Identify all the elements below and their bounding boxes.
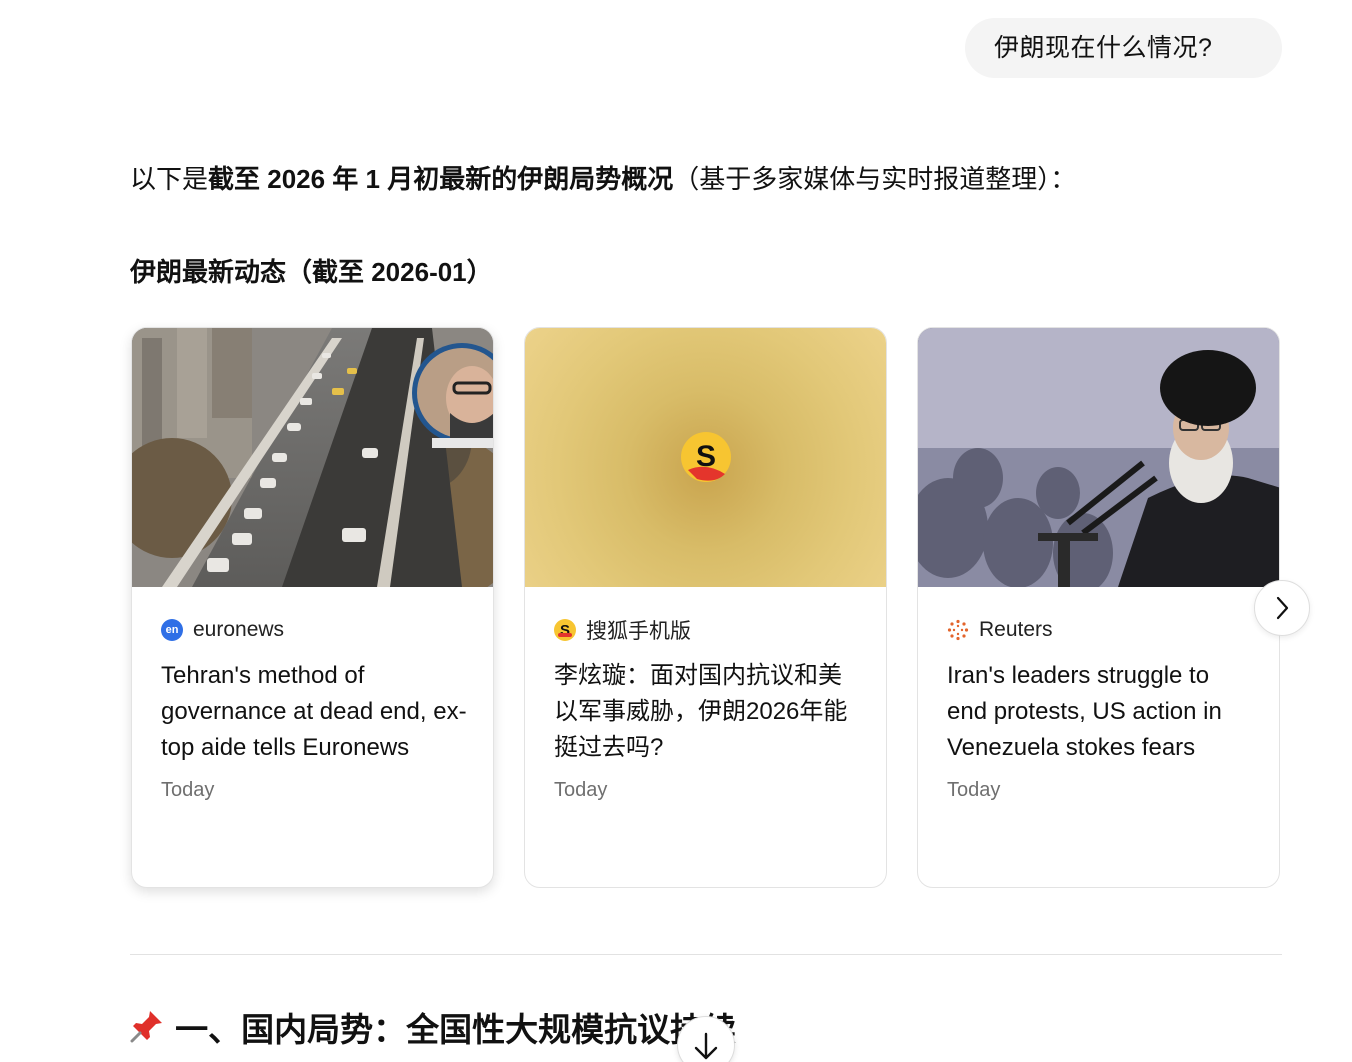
user-message-bubble: 伊朗现在什么情况? bbox=[965, 18, 1282, 78]
news-card-euronews[interactable]: en euronews Tehran's method of governanc… bbox=[131, 327, 494, 888]
news-card-image: S bbox=[525, 328, 886, 587]
reuters-logo-icon bbox=[947, 619, 969, 641]
sohu-logo-placeholder: S bbox=[681, 432, 731, 482]
pushpin-icon bbox=[130, 1007, 166, 1057]
news-card-date: Today bbox=[554, 779, 608, 801]
news-card-image bbox=[918, 328, 1279, 587]
chevron-right-icon bbox=[1276, 596, 1289, 620]
sohu-logo-swoosh bbox=[558, 633, 572, 637]
speaker-photo bbox=[918, 328, 1279, 587]
euronews-logo-text: en bbox=[165, 623, 179, 636]
news-card-title[interactable]: Iran's leaders struggle to end protests,… bbox=[947, 658, 1255, 766]
sohu-logo-icon: S bbox=[554, 619, 576, 641]
news-card-source: en euronews bbox=[161, 615, 469, 645]
news-card-body: en euronews Tehran's method of governanc… bbox=[161, 615, 469, 802]
news-card-image bbox=[132, 328, 493, 587]
news-card-title[interactable]: Tehran's method of governance at dead en… bbox=[161, 658, 469, 766]
reuters-dots bbox=[947, 619, 969, 641]
intro-bold: 截至 2026 年 1 月初最新的伊朗局势概况 bbox=[208, 164, 674, 194]
carousel-next-button[interactable] bbox=[1254, 580, 1310, 636]
news-card-title[interactable]: 李炫璇：面对国内抗议和美以军事威胁，伊朗2026年能挺过去吗? bbox=[554, 658, 862, 766]
intro-prefix: 以下是 bbox=[130, 164, 209, 194]
news-card-sohu[interactable]: S S 搜狐手机版 李炫璇：面对国内抗议和美以军事威胁，伊朗2026年能挺过去吗… bbox=[524, 327, 887, 888]
assistant-intro: 以下是截至 2026 年 1 月初最新的伊朗局势概况（基于多家媒体与实时报道整理… bbox=[130, 158, 1280, 200]
news-card-reuters[interactable]: Reuters Iran's leaders struggle to end p… bbox=[917, 327, 1280, 888]
arrow-down-icon bbox=[694, 1032, 718, 1060]
news-card-source-name: 搜狐手机版 bbox=[586, 620, 691, 643]
section-divider bbox=[130, 954, 1282, 955]
news-card-source-name: euronews bbox=[193, 618, 285, 641]
news-card-source: Reuters bbox=[947, 615, 1255, 645]
news-section-heading: 伊朗最新动态（截至 2026-01） bbox=[130, 257, 493, 287]
news-card-date: Today bbox=[161, 779, 215, 801]
euronews-logo-icon: en bbox=[161, 619, 183, 641]
news-card-source-name: Reuters bbox=[979, 618, 1053, 641]
intro-suffix: （基于多家媒体与实时报道整理）： bbox=[673, 164, 1077, 194]
street-protest-photo bbox=[132, 328, 493, 587]
news-card-body: Reuters Iran's leaders struggle to end p… bbox=[947, 615, 1255, 802]
section-heading-domestic: 一、国内局势：全国性大规模抗议持续 bbox=[130, 1005, 736, 1057]
chat-page: 伊朗现在什么情况? 以下是截至 2026 年 1 月初最新的伊朗局势概况（基于多… bbox=[0, 0, 1352, 1062]
news-card-body: S 搜狐手机版 李炫璇：面对国内抗议和美以军事威胁，伊朗2026年能挺过去吗? … bbox=[554, 615, 862, 802]
news-card-source: S 搜狐手机版 bbox=[554, 615, 862, 645]
news-card-date: Today bbox=[947, 779, 1001, 801]
section-heading-text: 一、国内局势：全国性大规模抗议持续 bbox=[175, 1011, 737, 1048]
